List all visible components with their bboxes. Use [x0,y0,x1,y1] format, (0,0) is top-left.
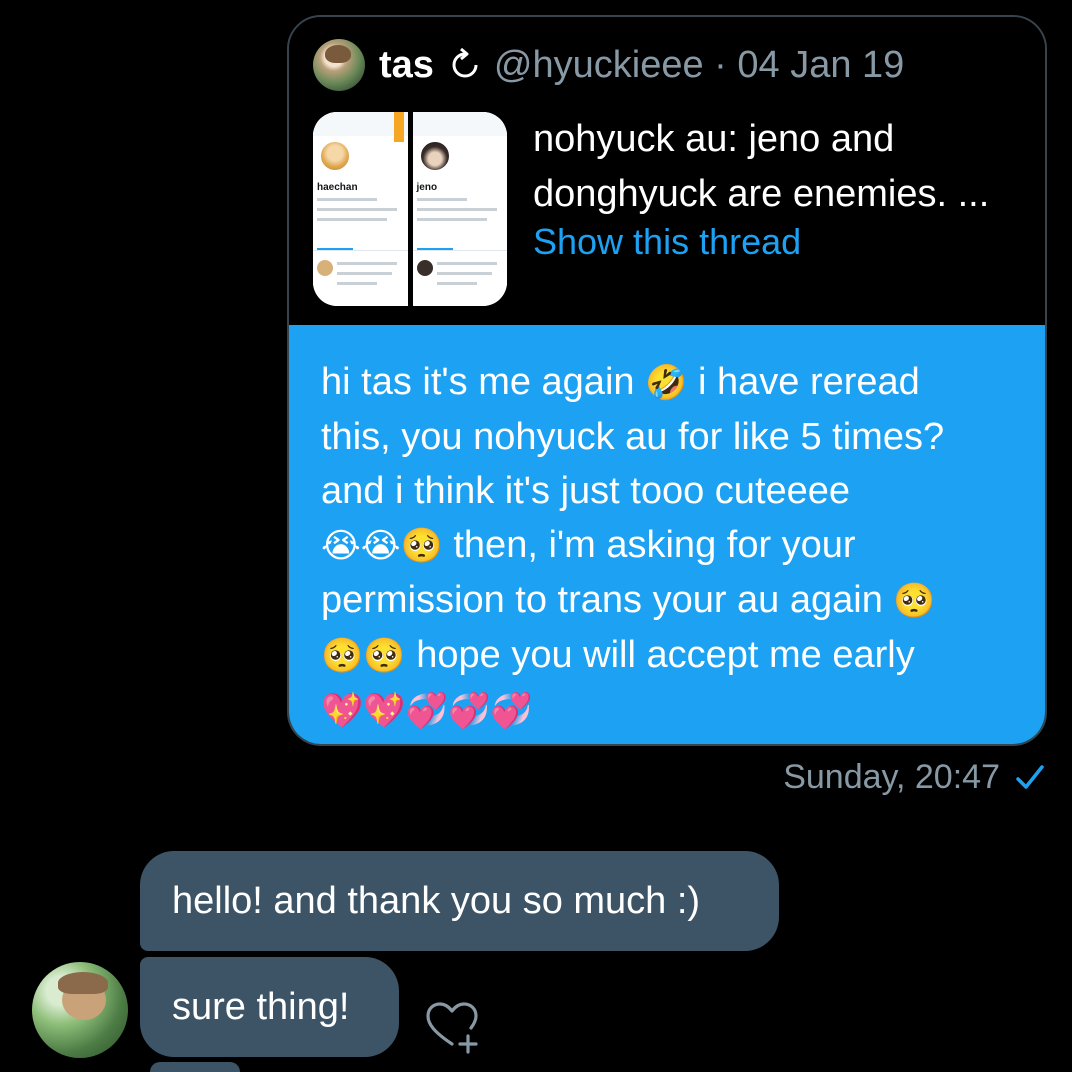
thumbnail-avatar [319,140,351,172]
dm-conversation: tas @hyuckieee · 04 Jan 19 haechan jeno … [0,0,1072,1072]
received-message-bubble[interactable]: hello! and thank you so much :) [140,851,779,951]
pleading-emoji-icon: 🥺 [400,526,443,566]
received-message-text: hello! and thank you so much :) [172,879,701,922]
thumbnail-profile-left: haechan [313,112,408,306]
quoted-tweet-author-name[interactable]: tas [379,44,434,87]
crying-emoji-icon: 😭 [360,526,401,566]
message-timestamp: Sunday, 20:47 [783,758,1000,796]
message-text-fragment: permission to trans your au again [321,579,894,621]
sent-message-bubble[interactable]: hi tas it's me again 🤣 i have reread thi… [289,325,1045,744]
quoted-tweet-card[interactable]: tas @hyuckieee · 04 Jan 19 haechan jeno … [289,17,1045,326]
rofl-emoji-icon: 🤣 [645,363,688,403]
quoted-tweet-text: nohyuck au: jeno and donghyuck are enemi… [533,118,990,215]
retweet-icon [452,48,478,78]
quoted-tweet-avatar[interactable] [313,39,365,91]
message-text-fragment: then, i'm asking for your [442,524,856,566]
pleading-emoji-icon: 🥺 [893,581,936,621]
quoted-tweet-handle-date: @hyuckieee · 04 Jan 19 [493,43,905,86]
received-message-text: sure thing! [172,985,350,1028]
heart-plus-icon[interactable] [424,1000,484,1056]
pleading-emoji-icon: 🥺 [321,636,364,676]
message-text-fragment: hope you will accept me early [405,634,915,676]
thumbnail-name-right: jeno [416,182,438,193]
pleading-emoji-icon: 🥺 [363,636,406,676]
sender-avatar[interactable] [32,962,128,1058]
revolving-hearts-emoji-icon: 💞 [490,691,533,731]
thumbnail-avatar [418,140,451,172]
checkmark-icon [1016,765,1044,789]
sent-message-text: hi tas it's me again 🤣 i have reread thi… [321,355,1021,738]
message-text-fragment: i have reread [687,361,920,403]
revolving-hearts-emoji-icon: 💞 [405,691,449,731]
sparkling-heart-emoji-icon: 💖 [321,691,364,731]
quoted-tweet-image[interactable]: haechan jeno [313,112,507,306]
show-this-thread-link[interactable]: Show this thread [533,221,801,263]
received-message-bubble[interactable]: sure thing! [140,957,399,1057]
thumbnail-profile-right: jeno [407,112,507,306]
sent-message-group: tas @hyuckieee · 04 Jan 19 haechan jeno … [287,15,1047,746]
message-text-fragment: hi tas it's me again [321,361,646,403]
sparkling-heart-emoji-icon: 💖 [363,691,406,731]
message-text-fragment: this, you nohyuck au for like 5 times? [321,416,945,458]
revolving-hearts-emoji-icon: 💞 [448,691,491,731]
crying-emoji-icon: 😭 [321,526,361,566]
quoted-tweet-header: tas @hyuckieee · 04 Jan 19 [379,43,904,87]
thumbnail-name-left: haechan [317,182,358,193]
message-text-fragment: and i think it's just tooo cuteeee [321,470,851,512]
partial-message-bubble [150,1062,240,1072]
